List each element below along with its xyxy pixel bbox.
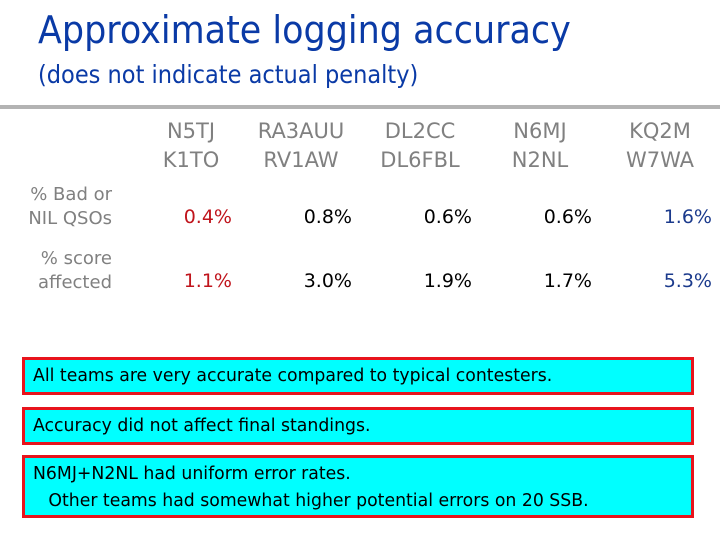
column-header-line2: RV1AW [263, 148, 339, 172]
note-text: Other teams had somewhat higher potentia… [48, 490, 589, 511]
note-text: Accuracy did not affect final standings. [33, 415, 371, 436]
column-header-line2: DL6FBL [380, 148, 460, 172]
slide-subtitle: (does not indicate actual penalty) [38, 60, 419, 89]
column-header: DL2CC DL6FBL [365, 117, 475, 175]
column-header-line2: K1TO [162, 148, 220, 172]
row-label: % Bad or NIL QSOs [28, 183, 112, 231]
column-header-line1: DL2CC [384, 119, 456, 143]
note-text: All teams are very accurate compared to … [33, 365, 553, 386]
column-header: KQ2M W7WA [605, 117, 715, 175]
column-header: N6MJ N2NL [485, 117, 595, 175]
note-box: Accuracy did not affect final standings. [22, 407, 694, 445]
row-label-line2: affected [38, 272, 112, 293]
table-cell: 1.6% [663, 206, 712, 228]
table-cell: 5.3% [663, 270, 712, 292]
row-label-line1: % Bad or [30, 184, 112, 205]
note-box: All teams are very accurate compared to … [22, 357, 694, 395]
table-cell: 0.4% [183, 206, 232, 228]
note-text: N6MJ+N2NL had uniform error rates. [33, 463, 351, 484]
column-header: N5TJ K1TO [136, 117, 246, 175]
row-label-line1: % score [40, 248, 112, 269]
column-header-line1: N6MJ [513, 119, 567, 143]
table-cell: 0.6% [543, 206, 592, 228]
table-cell: 1.7% [543, 270, 592, 292]
table-cell: 0.8% [303, 206, 352, 228]
row-label: % score affected [38, 247, 112, 295]
column-header-line2: N2NL [511, 148, 569, 172]
column-header: RA3AUU RV1AW [246, 117, 356, 175]
title-divider [0, 105, 720, 109]
column-header-line1: RA3AUU [257, 119, 345, 143]
table-cell: 3.0% [303, 270, 352, 292]
column-header-line1: N5TJ [166, 119, 216, 143]
slide-title: Approximate logging accuracy [38, 8, 571, 52]
column-header-line1: KQ2M [629, 119, 691, 143]
row-label-line2: NIL QSOs [28, 208, 112, 229]
table-cell: 1.9% [423, 270, 472, 292]
table-cell: 1.1% [183, 270, 232, 292]
note-box: N6MJ+N2NL had uniform error rates. Other… [22, 455, 694, 518]
column-header-line2: W7WA [625, 148, 695, 172]
table-cell: 0.6% [423, 206, 472, 228]
